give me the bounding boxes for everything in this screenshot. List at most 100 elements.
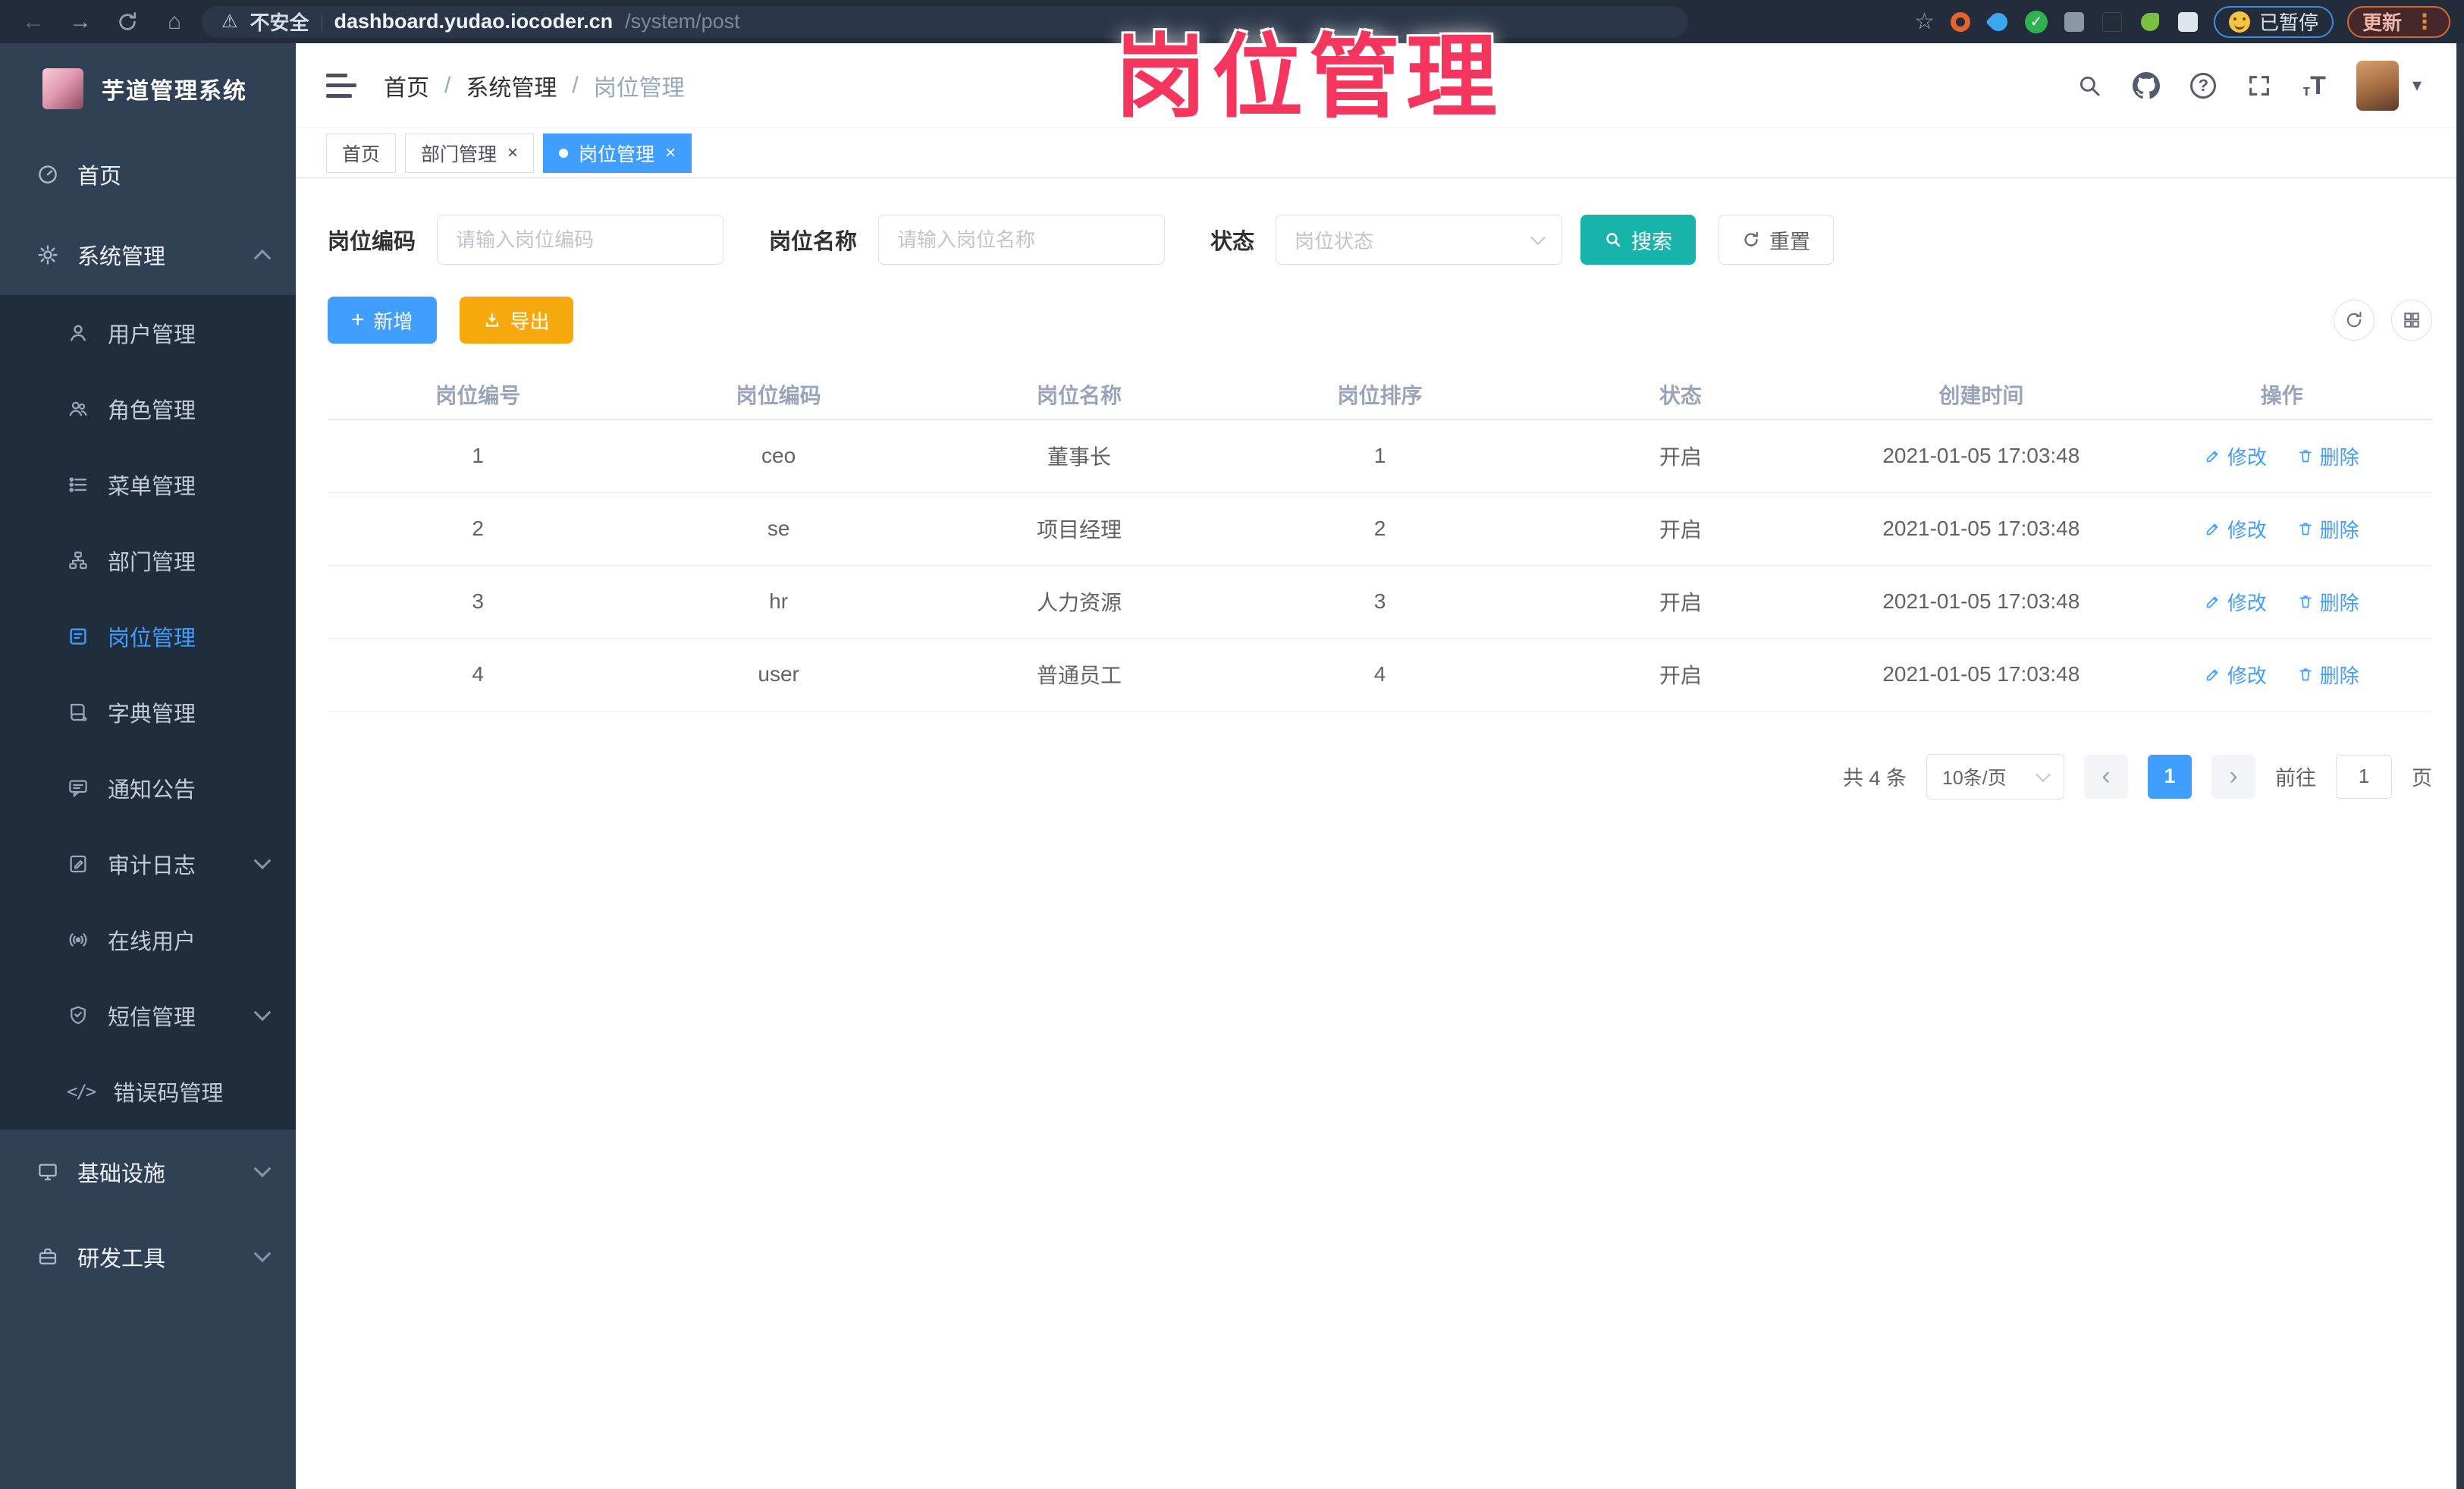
sidebar-item-notice[interactable]: 通知公告 [0,750,296,826]
chevron-down-icon [253,1245,272,1263]
sidebar-item-system[interactable]: 系统管理 [0,215,296,295]
sidebar-item-sms[interactable]: 短信管理 [0,978,296,1054]
reset-button[interactable]: 重置 [1719,215,1835,265]
col-actions: 操作 [2131,369,2432,420]
refresh-table-button[interactable] [2334,300,2375,341]
sidebar-item-departments[interactable]: 部门管理 [0,523,296,598]
github-icon[interactable] [2133,71,2161,99]
sidebar-item-menus[interactable]: 菜单管理 [0,447,296,523]
sidebar-item-error-codes[interactable]: </> 错误码管理 [0,1054,296,1129]
sidebar-toggle-button[interactable] [326,73,356,98]
table-row: 4 user 普通员工 4 开启 2021-01-05 17:03:48 修改 [328,638,2432,712]
breadcrumb-system[interactable]: 系统管理 [466,69,557,102]
tab-home[interactable]: 首页 [326,133,397,173]
sidebar-item-label: 研发工具 [77,1247,166,1271]
breadcrumb: 首页 / 系统管理 / 岗位管理 [384,69,685,102]
post-name-input[interactable] [878,215,1166,265]
add-button[interactable]: + 新增 [328,297,437,344]
user-icon [67,322,89,344]
broadcast-icon [67,928,89,951]
extension-icon-check[interactable]: ✓ [2024,10,2048,34]
close-icon[interactable]: × [665,143,676,164]
delete-link[interactable]: 删除 [2297,661,2359,689]
chevron-down-icon [253,852,272,870]
sidebar-item-audit-log[interactable]: 审计日志 [0,826,296,902]
edit-link[interactable]: 修改 [2205,661,2267,689]
sidebar-item-roles[interactable]: 角色管理 [0,371,296,447]
col-status: 状态 [1530,369,1832,420]
delete-link[interactable]: 删除 [2297,442,2359,470]
sidebar-item-online-users[interactable]: 在线用户 [0,902,296,978]
not-secure-icon: ⚠ [221,11,238,32]
sidebar-item-label: 岗位管理 [108,627,196,651]
page-size-select[interactable]: 10条/页 [1926,753,2064,799]
sidebar-item-label: 错误码管理 [113,1082,224,1106]
browser-forward-button[interactable]: → [61,5,100,39]
users-icon [67,397,89,420]
page-number-1[interactable]: 1 [2148,754,2192,799]
browser-update-button[interactable]: 更新 ⋮ [2346,5,2450,38]
sidebar-item-label: 审计日志 [108,854,196,878]
user-avatar[interactable] [2356,60,2399,111]
delete-link[interactable]: 删除 [2297,515,2359,543]
export-button[interactable]: 导出 [459,297,573,344]
column-settings-button[interactable] [2391,300,2432,341]
book-icon [67,701,89,724]
extension-icon-grid[interactable] [2062,10,2086,34]
extensions-puzzle-icon[interactable] [2176,10,2200,34]
tab-departments[interactable]: 部门管理 × [405,133,535,173]
address-bar[interactable]: ⚠ 不安全 dashboard.yudao.iocoder.cn /system… [202,5,1688,38]
font-size-icon[interactable]: тT [2302,73,2326,99]
sidebar-item-label: 字典管理 [108,702,196,727]
sidebar-logo[interactable]: 芋道管理系统 [0,43,296,134]
edit-link[interactable]: 修改 [2205,588,2267,616]
status-select[interactable]: 岗位状态 [1276,215,1563,265]
breadcrumb-separator: / [444,72,451,98]
sidebar-item-home[interactable]: 首页 [0,134,296,215]
post-code-input[interactable] [437,215,724,265]
sidebar-item-label: 在线用户 [108,930,196,954]
search-button[interactable]: 搜索 [1580,215,1697,265]
close-icon[interactable]: × [507,143,518,164]
goto-page-input[interactable] [2336,754,2392,799]
status-value: 开启 [1530,419,1832,493]
browser-toolbar: ← → ⌂ ⚠ 不安全 dashboard.yudao.iocoder.cn /… [0,0,2464,43]
edit-link[interactable]: 修改 [2205,515,2267,543]
goto-suffix: 页 [2412,767,2432,790]
sidebar-item-dict[interactable]: 字典管理 [0,674,296,750]
table-row: 1 ceo 董事长 1 开启 2021-01-05 17:03:48 修改 删除 [328,419,2432,493]
fullscreen-icon[interactable] [2246,73,2272,99]
delete-link[interactable]: 删除 [2297,588,2359,616]
page-content: 岗位编码 岗位名称 状态 岗位状态 搜索 [296,215,2464,799]
sidebar-item-dev-tools[interactable]: 研发工具 [0,1214,296,1299]
message-icon [67,777,89,799]
tab-posts[interactable]: 岗位管理 × [543,133,692,173]
monitor-icon [36,1161,59,1183]
page-scrollbar[interactable] [2456,43,2464,1489]
extension-icon-leaf[interactable] [2138,10,2162,34]
app-title: 芋道管理系统 [102,79,247,104]
edit-link[interactable]: 修改 [2205,442,2267,470]
browser-reload-button[interactable] [108,5,147,39]
browser-home-button[interactable]: ⌂ [155,5,194,39]
extension-icon-pin[interactable] [1985,8,2011,35]
profile-paused-chip[interactable]: 已暂停 [2213,5,2334,38]
sidebar-item-posts[interactable]: 岗位管理 [0,598,296,674]
sidebar-item-users[interactable]: 用户管理 [0,295,296,371]
dashboard-icon [36,163,59,186]
col-post-code: 岗位编码 [628,369,929,420]
browser-menu-icon[interactable]: ⋮ [2414,9,2435,34]
help-icon[interactable]: ? [2190,72,2217,99]
breadcrumb-home[interactable]: 首页 [384,69,429,102]
posts-table: 岗位编号 岗位编码 岗位名称 岗位排序 状态 创建时间 操作 1 ceo 董事长 [328,369,2432,712]
next-page-button[interactable]: › [2211,754,2255,799]
extension-icon-orange[interactable] [1948,10,1973,34]
extension-icon-dev[interactable] [2100,10,2124,34]
browser-back-button[interactable]: ← [14,5,53,39]
prev-page-button[interactable]: ‹ [2084,754,2128,799]
search-icon[interactable] [2076,73,2102,99]
sidebar-item-infrastructure[interactable]: 基础设施 [0,1129,296,1214]
avatar-caret-icon[interactable]: ▾ [2412,74,2422,96]
bookmark-star-icon[interactable]: ☆ [1914,8,1935,35]
org-tree-icon [67,549,89,572]
